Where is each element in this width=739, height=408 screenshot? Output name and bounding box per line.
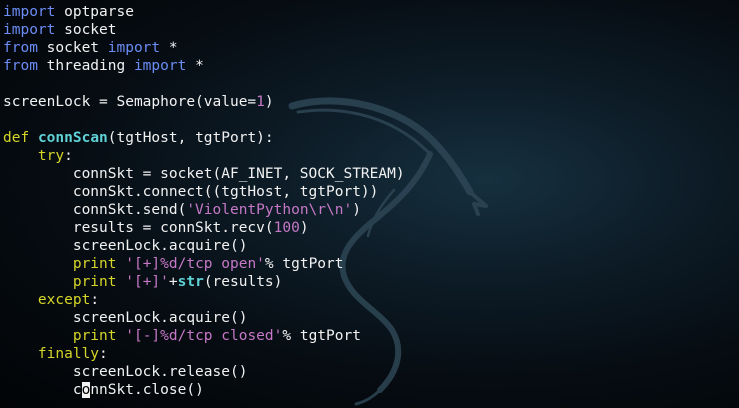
import-keyword: from	[3, 40, 38, 56]
code-line: screenLock.acquire()	[3, 309, 405, 327]
code-line: import optparse	[3, 3, 405, 21]
code-text: )	[264, 94, 274, 110]
code-text: screenLock.acquire()	[3, 310, 248, 326]
code-text: socket	[55, 22, 117, 38]
keyword: try	[37, 148, 65, 164]
code-text: screenLock.release()	[3, 364, 248, 380]
code-line: from socket import *	[3, 39, 405, 57]
code-text: socket	[37, 40, 108, 56]
code-text: )	[299, 220, 309, 236]
code-line: except:	[3, 291, 405, 309]
code-text: % tgtPort	[264, 256, 344, 272]
code-line: import socket	[3, 21, 405, 39]
code-line: connSkt = socket(AF_INET, SOCK_STREAM)	[3, 165, 405, 183]
code-text: screenLock.acquire()	[3, 238, 248, 254]
code-line: print '[-]%d/tcp closed'% tgtPort	[3, 327, 405, 345]
code-line: def connScan(tgtHost, tgtPort):	[3, 129, 405, 147]
code-line: from threading import *	[3, 57, 405, 75]
text-cursor: o	[81, 382, 91, 398]
code-text: c	[3, 382, 82, 398]
code-text: :	[64, 148, 73, 164]
keyword: print	[72, 274, 117, 290]
code-line: screenLock = Semaphore(value=1)	[3, 93, 405, 111]
code-line: screenLock.release()	[3, 363, 405, 381]
keyword: def	[3, 130, 30, 146]
code-text: nnSkt.close()	[90, 382, 204, 398]
code-line: connSkt.send('ViolentPython\r\n')	[3, 201, 405, 219]
string-literal: '[+]'	[125, 274, 169, 290]
code-text: threading	[37, 58, 134, 74]
keyword: print	[72, 328, 117, 344]
keyword: except	[37, 292, 91, 308]
code-line: print '[+]'+str(results)	[3, 273, 405, 291]
keyword: finally	[37, 346, 100, 362]
builtin-name: str	[177, 274, 204, 290]
code-text: connSkt.connect((tgtHost, tgtPort))	[3, 184, 379, 200]
code-text: (tgtHost, tgtPort):	[107, 130, 274, 146]
import-keyword: import	[3, 22, 56, 38]
code-text: results = connSkt.recv(	[3, 220, 274, 236]
code-line: screenLock.acquire()	[3, 237, 405, 255]
code-editor[interactable]: import optparse import socket from socket …	[3, 3, 405, 399]
code-text: connSkt = socket(AF_INET, SOCK_STREAM)	[3, 166, 405, 182]
code-text: % tgtPort	[282, 328, 361, 344]
code-line: results = connSkt.recv(100)	[3, 219, 405, 237]
number-literal: 1	[256, 94, 265, 110]
code-text: +	[168, 274, 178, 290]
code-text: connSkt.send(	[3, 202, 187, 218]
code-line: print '[+]%d/tcp open'% tgtPort	[3, 255, 405, 273]
keyword: print	[72, 256, 117, 272]
code-line: connSkt.connect((tgtHost, tgtPort))	[3, 183, 405, 201]
string-literal: '[+]%d/tcp open'	[125, 256, 265, 272]
import-keyword: import	[107, 40, 161, 56]
import-keyword: import	[133, 58, 187, 74]
code-text: :	[99, 346, 108, 362]
code-text: :	[90, 292, 100, 308]
string-literal: 'ViolentPython\r\n'	[186, 202, 353, 218]
code-text: *	[186, 58, 204, 74]
function-name: connScan	[37, 130, 108, 146]
code-text: (results)	[203, 274, 283, 290]
code-line: finally:	[3, 345, 405, 363]
code-line: connSkt.close()	[3, 381, 405, 399]
import-keyword: import	[3, 4, 56, 20]
terminal-window[interactable]: import optparse import socket from socket …	[0, 0, 739, 408]
number-literal: 100	[273, 220, 300, 236]
code-line: try:	[3, 147, 405, 165]
code-text: screenLock = Semaphore(value=	[3, 94, 257, 110]
string-literal: '[-]%d/tcp closed'	[125, 328, 283, 344]
import-keyword: from	[3, 58, 38, 74]
code-text: )	[352, 202, 361, 218]
code-text: *	[160, 40, 178, 56]
code-text: optparse	[55, 4, 134, 20]
